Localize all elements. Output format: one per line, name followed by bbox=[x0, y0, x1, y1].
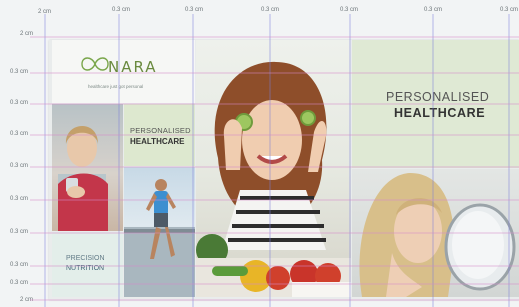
tile-heading-line2: HEALTHCARE bbox=[394, 106, 486, 120]
ruler-left-label: 0.3 cm bbox=[10, 69, 29, 75]
design-canvas: 2 cm 0.3 cm 0.3 cm 0.3 cm 0.3 cm 0.3 cm … bbox=[0, 0, 519, 307]
tile-heading-line2: NUTRITION bbox=[66, 265, 105, 272]
ruler-top-label: 0.3 cm bbox=[424, 7, 443, 13]
runner-photo bbox=[124, 167, 195, 297]
woman-cucumber-photo bbox=[196, 40, 351, 297]
ruler-left-label: 0.3 cm bbox=[10, 196, 29, 202]
ruler-left-label: 2 cm bbox=[20, 297, 34, 303]
ruler-left-label: 0.3 cm bbox=[10, 262, 29, 268]
tile-heading-line1: PERSONALISED bbox=[130, 126, 191, 135]
brand-logo-text: NARA bbox=[108, 58, 158, 76]
tile-heading-line1: PERSONALISED bbox=[386, 90, 490, 104]
ruler-top-label: 0.3 cm bbox=[261, 7, 280, 13]
ruler-left-label: 0.3 cm bbox=[10, 131, 29, 137]
woman-mug-illustration bbox=[58, 125, 108, 231]
woman-cucumber-illustration bbox=[196, 61, 351, 297]
tile-heading-line2: HEALTHCARE bbox=[130, 137, 185, 146]
ruler-top-label: 0.3 cm bbox=[185, 7, 204, 13]
personalised-healthcare-tile-large: PERSONALISED HEALTHCARE bbox=[352, 40, 519, 168]
woman-mirror-photo bbox=[352, 169, 519, 297]
ruler-top-label: 0.3 cm bbox=[112, 7, 131, 13]
ruler-left-label: 0.3 cm bbox=[10, 100, 29, 106]
woman-mug-photo bbox=[52, 104, 123, 231]
tile-heading-line1: PRECISION bbox=[66, 255, 105, 262]
ruler-top-label: 0.3 cm bbox=[340, 7, 359, 13]
ruler-top-label: 0.3 cm bbox=[500, 7, 519, 13]
runner-illustration bbox=[124, 179, 195, 297]
ruler-left-label: 2 cm bbox=[20, 31, 34, 37]
infinity-logo-icon bbox=[81, 57, 109, 71]
ruler-left-label: 0.3 cm bbox=[10, 163, 29, 169]
ruler-left-label: 0.3 cm bbox=[10, 280, 29, 286]
precision-nutrition-tile: PRECISION NUTRITION bbox=[52, 232, 123, 297]
personalised-healthcare-tile-small: PERSONALISED HEALTHCARE bbox=[124, 104, 195, 166]
ruler-top-label: 2 cm bbox=[38, 9, 52, 15]
logo-tile: NARA healthcare just got personal bbox=[52, 40, 195, 103]
ruler-left-label: 0.3 cm bbox=[10, 229, 29, 235]
woman-mirror-illustration bbox=[359, 173, 516, 297]
brand-tagline: healthcare just got personal bbox=[88, 84, 144, 89]
